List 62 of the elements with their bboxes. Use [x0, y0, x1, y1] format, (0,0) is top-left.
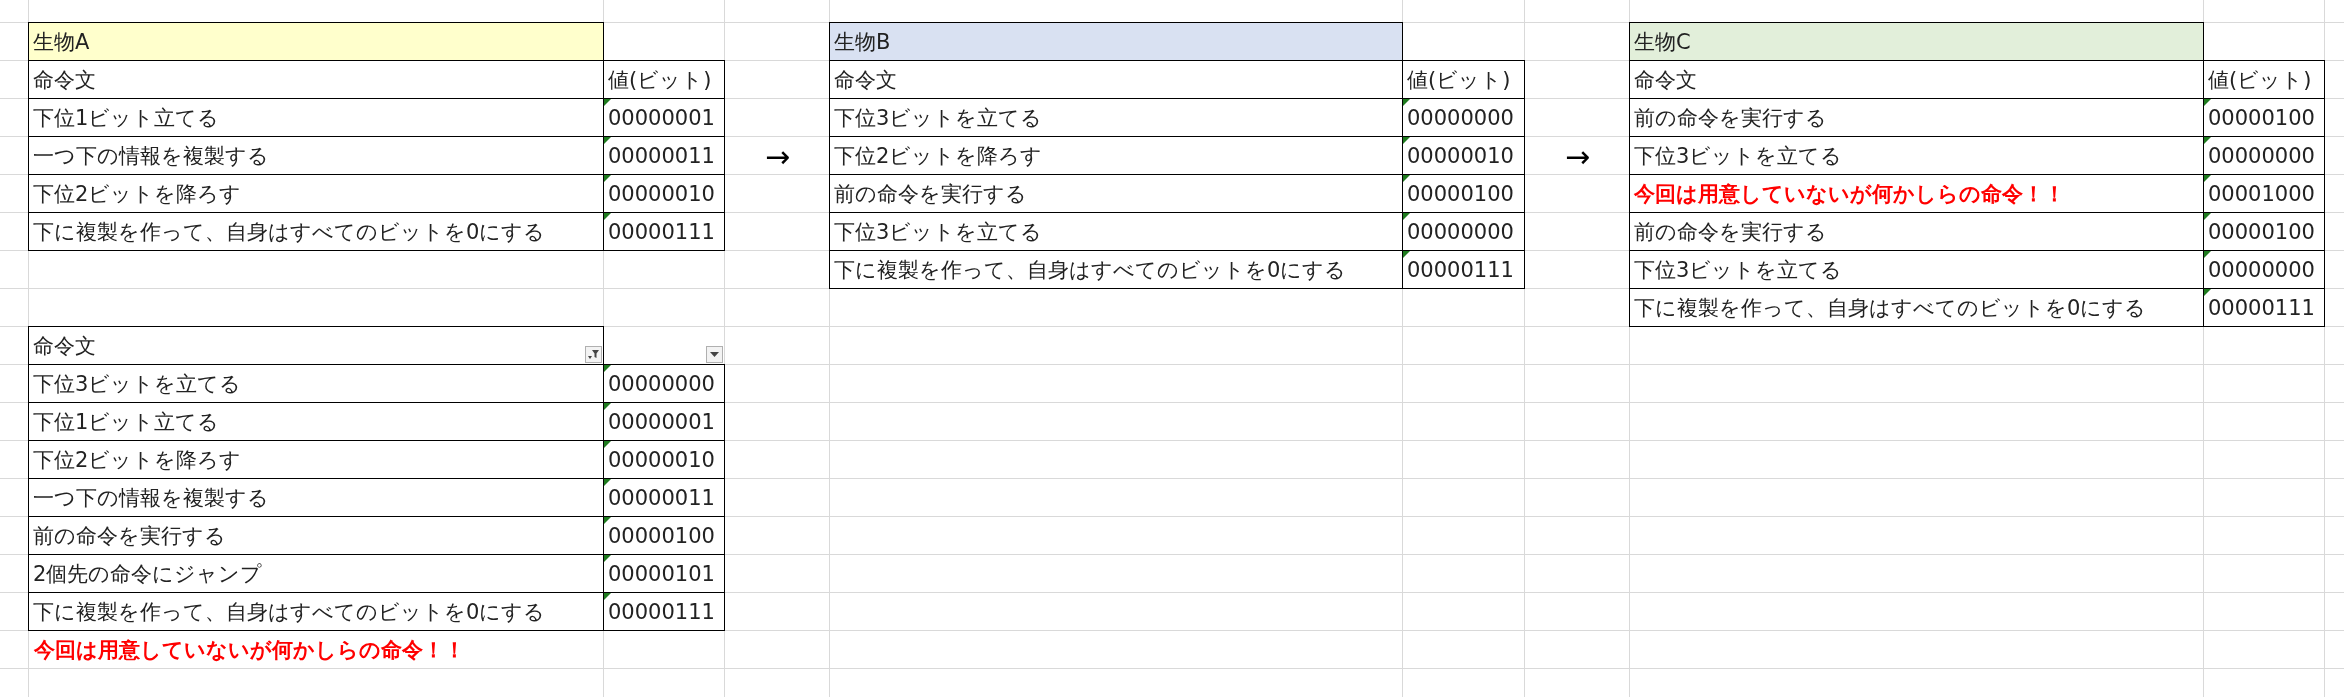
- value-cell: 00000011: [603, 478, 725, 517]
- corner-triangle-icon: [604, 213, 611, 220]
- corner-triangle-icon: [2204, 137, 2211, 144]
- corner-triangle-icon: [1403, 175, 1410, 182]
- corner-triangle-icon: [2204, 289, 2211, 296]
- filter-button[interactable]: [706, 346, 723, 363]
- arrow-text: →: [1563, 137, 1592, 175]
- value-cell: 00000010: [603, 174, 725, 213]
- value-cell: 00000000: [2203, 250, 2325, 289]
- instruction-cell: 下に複製を作って、自身はすべてのビットを0にする: [829, 250, 1403, 289]
- corner-triangle-icon: [604, 479, 611, 486]
- value-cell: 00000000: [603, 364, 725, 403]
- instruction-cell: 下に複製を作って、自身はすべてのビットを0にする: [28, 592, 604, 631]
- corner-triangle-icon: [1403, 137, 1410, 144]
- corner-triangle-icon: [1403, 213, 1410, 220]
- value-cell: 00000010: [603, 440, 725, 479]
- value-cell: 00000111: [603, 212, 725, 251]
- value-cell: 00000111: [1402, 250, 1525, 289]
- corner-triangle-icon: [604, 175, 611, 182]
- value-cell: 00000111: [603, 592, 725, 631]
- column-header: 値(ビット): [1402, 60, 1525, 99]
- note-text: 今回は用意していないが何かしらの命令！！: [33, 637, 466, 664]
- value-cell: 00000000: [2203, 136, 2325, 175]
- value-cell: 00000011: [603, 136, 725, 175]
- value-cell: 00000001: [603, 402, 725, 441]
- value-cell: 00000100: [2203, 212, 2325, 251]
- corner-triangle-icon: [604, 137, 611, 144]
- value-cell: 00000101: [603, 554, 725, 593]
- corner-triangle-icon: [604, 99, 611, 106]
- corner-triangle-icon: [2204, 175, 2211, 182]
- arrow-text: →: [763, 137, 792, 175]
- organism-title: 生物A: [28, 22, 604, 61]
- header-label: 命令文: [33, 332, 96, 360]
- filter-button[interactable]: [585, 346, 602, 363]
- organism-title: 生物B: [829, 22, 1403, 61]
- instruction-cell: 下に複製を作って、自身はすべてのビットを0にする: [28, 212, 604, 251]
- value-cell: 00000000: [1402, 98, 1525, 137]
- column-header: 値(ビット): [603, 60, 725, 99]
- value-cell: 00000010: [1402, 136, 1525, 175]
- corner-triangle-icon: [2204, 213, 2211, 220]
- corner-triangle-icon: [604, 441, 611, 448]
- value-cell: 00000000: [1402, 212, 1525, 251]
- dropdown-arrow-icon: [710, 352, 719, 357]
- corner-triangle-icon: [604, 593, 611, 600]
- corner-triangle-icon: [604, 555, 611, 562]
- column-header: 値(ビット): [2203, 60, 2325, 99]
- value-cell: 00000111: [2203, 288, 2325, 327]
- corner-triangle-icon: [2204, 99, 2211, 106]
- value-cell: 00000100: [603, 516, 725, 555]
- value-cell: 00000100: [2203, 98, 2325, 137]
- instruction-cell: 下に複製を作って、自身はすべてのビットを0にする: [1629, 288, 2204, 327]
- corner-triangle-icon: [1403, 251, 1410, 258]
- value-cell: 00001000: [2203, 174, 2325, 213]
- filter-icon: [587, 349, 600, 360]
- corner-triangle-icon: [1403, 99, 1410, 106]
- organism-title: 生物C: [1629, 22, 2204, 61]
- corner-triangle-icon: [604, 517, 611, 524]
- value-cell: 00000001: [603, 98, 725, 137]
- corner-triangle-icon: [604, 403, 611, 410]
- value-cell: 00000100: [1402, 174, 1525, 213]
- corner-triangle-icon: [604, 365, 611, 372]
- corner-triangle-icon: [2204, 251, 2211, 258]
